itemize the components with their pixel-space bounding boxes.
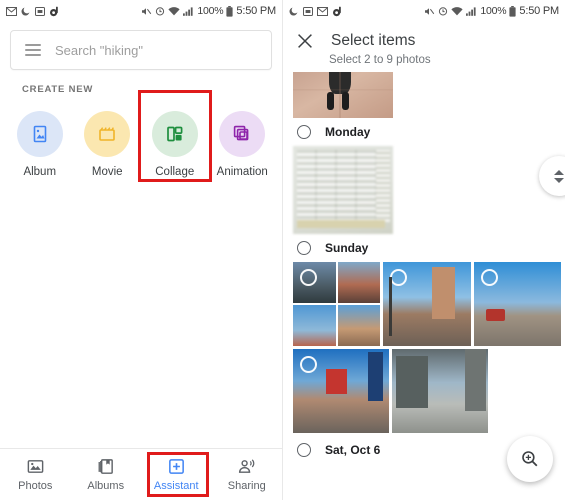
signal-icon xyxy=(466,6,477,16)
select-items-header: Select items Select 2 to 9 photos xyxy=(283,22,565,72)
bottom-nav-sharing[interactable]: Sharing xyxy=(212,457,283,492)
photo-row-monday xyxy=(283,146,565,234)
create-item-label: Collage xyxy=(155,166,195,178)
wifi-icon xyxy=(451,6,463,16)
date-group-sunday[interactable]: Sunday xyxy=(283,234,565,262)
photo-thumbnail[interactable] xyxy=(293,72,393,118)
assistant-icon xyxy=(168,459,184,474)
signal-icon xyxy=(183,6,194,16)
select-group-radio[interactable] xyxy=(297,443,311,457)
sharing-icon xyxy=(239,459,255,473)
date-label: Sunday xyxy=(325,241,369,255)
bottom-nav-photos[interactable]: Photos xyxy=(0,457,71,492)
left-phone-screen: 100% 5:50 PM Search "hiking" CREATE NEW … xyxy=(0,0,283,500)
photos-icon xyxy=(27,460,44,473)
photo-select-circle[interactable] xyxy=(300,356,317,373)
do-not-disturb-icon xyxy=(21,6,31,16)
photo-thumbnail[interactable] xyxy=(337,305,381,346)
clock-label: 5:50 PM xyxy=(236,5,276,17)
date-label: Monday xyxy=(325,125,371,139)
right-phone-screen: 100% 5:50 PM Select items Select 2 to 9 … xyxy=(283,0,565,500)
photo-thumbnail[interactable] xyxy=(293,262,336,303)
photo-row-sunday-2 xyxy=(283,349,565,436)
do-not-disturb-icon xyxy=(289,6,299,16)
clock-label: 5:50 PM xyxy=(519,5,559,17)
search-input[interactable]: Search "hiking" xyxy=(55,43,143,58)
message-icon xyxy=(303,6,313,16)
search-bar[interactable]: Search "hiking" xyxy=(10,30,272,70)
bottom-nav-assistant[interactable]: Assistant xyxy=(141,457,212,492)
right-status-system-icons: 100% 5:50 PM xyxy=(424,5,559,17)
volume-off-icon xyxy=(424,7,435,16)
photo-picker-scroll-area[interactable]: Monday Sunday Sat, Oct 6 xyxy=(283,72,565,486)
right-status-bar: 100% 5:50 PM xyxy=(283,0,565,22)
album-icon xyxy=(16,111,63,157)
photo-thumbnail[interactable] xyxy=(383,262,471,346)
create-item-label: Album xyxy=(23,166,57,178)
alarm-icon xyxy=(438,6,448,16)
left-status-notification-icons xyxy=(6,6,60,17)
battery-full-icon xyxy=(226,5,234,17)
create-item-album[interactable]: Album xyxy=(6,103,74,178)
photo-select-circle[interactable] xyxy=(390,269,408,286)
bottom-nav-albums[interactable]: Albums xyxy=(71,457,142,492)
photo-row-top xyxy=(283,72,565,118)
bottom-nav-label: Sharing xyxy=(227,480,266,492)
select-group-radio[interactable] xyxy=(297,125,311,139)
page-title: Select items xyxy=(331,32,416,49)
photo-select-circle[interactable] xyxy=(300,269,317,286)
wifi-icon xyxy=(168,6,180,16)
bottom-nav-label: Photos xyxy=(18,480,53,492)
left-status-system-icons: 100% 5:50 PM xyxy=(141,5,276,17)
bottom-nav-label: Albums xyxy=(87,480,125,492)
left-status-bar: 100% 5:50 PM xyxy=(0,0,282,22)
create-item-label: Movie xyxy=(91,166,123,178)
page-subtitle: Select 2 to 9 photos xyxy=(329,54,431,66)
create-item-movie[interactable]: Movie xyxy=(74,103,142,178)
mail-icon xyxy=(317,6,328,16)
date-group-monday[interactable]: Monday xyxy=(283,118,565,146)
bottom-navigation-bar: Photos Albums Assistant Sharing xyxy=(0,448,282,500)
create-new-label: CREATE NEW xyxy=(22,84,94,95)
photo-thumbnail[interactable] xyxy=(293,349,389,433)
mail-icon xyxy=(6,6,17,16)
photo-thumbnail[interactable] xyxy=(293,305,336,346)
create-item-animation[interactable]: Animation xyxy=(209,103,277,178)
create-item-collage[interactable]: Collage xyxy=(141,103,209,178)
app-logo-icon xyxy=(332,6,343,17)
albums-icon xyxy=(98,459,114,474)
photo-thumbnail[interactable] xyxy=(473,262,561,346)
date-label: Sat, Oct 6 xyxy=(325,443,381,457)
photo-thumbnail-group[interactable] xyxy=(293,262,381,346)
battery-percent-label: 100% xyxy=(197,5,224,17)
photo-select-circle[interactable] xyxy=(480,269,498,286)
alarm-icon xyxy=(155,6,165,16)
app-logo-icon xyxy=(49,6,60,17)
search-bar-container: Search "hiking" xyxy=(0,22,282,70)
screenshot-comparison: 100% 5:50 PM Search "hiking" CREATE NEW … xyxy=(0,0,565,500)
battery-full-icon xyxy=(509,5,517,17)
photo-thumbnail[interactable] xyxy=(337,262,381,303)
photo-row-sunday-1 xyxy=(283,262,565,349)
photo-thumbnail[interactable] xyxy=(293,146,393,234)
zoom-in-button[interactable] xyxy=(507,436,553,482)
volume-off-icon xyxy=(141,7,152,16)
bottom-nav-label: Assistant xyxy=(153,480,199,492)
create-new-row: Album Movie Collage Animation xyxy=(0,95,282,178)
photo-thumbnail[interactable] xyxy=(392,349,488,433)
zoom-in-icon xyxy=(522,451,538,467)
animation-icon xyxy=(219,111,266,157)
battery-percent-label: 100% xyxy=(480,5,507,17)
create-item-label: Animation xyxy=(216,166,268,178)
chevron-down-icon xyxy=(554,177,564,183)
collage-icon xyxy=(151,111,198,157)
message-icon xyxy=(35,6,45,16)
chevron-up-icon xyxy=(554,169,564,175)
hamburger-menu-icon[interactable] xyxy=(25,44,41,56)
right-status-notification-icons xyxy=(289,6,343,17)
close-icon[interactable] xyxy=(297,33,313,49)
select-group-radio[interactable] xyxy=(297,241,311,255)
movie-icon xyxy=(84,111,131,157)
select-items-title-row: Select items xyxy=(283,32,565,50)
